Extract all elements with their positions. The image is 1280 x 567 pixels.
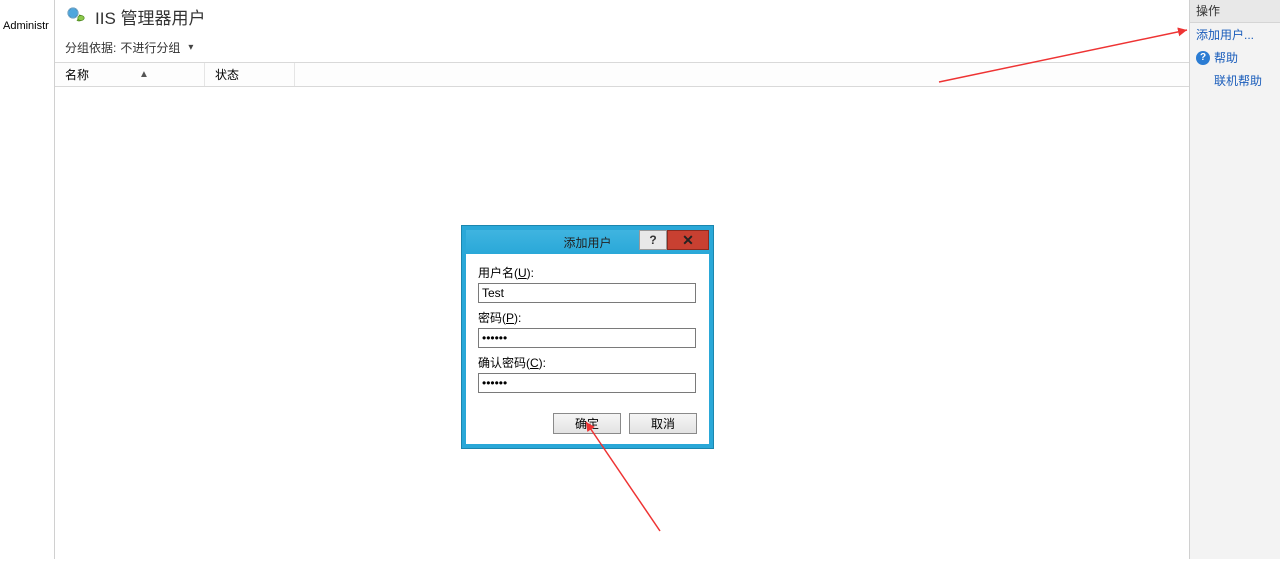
column-header-status[interactable]: 状态 <box>205 63 295 86</box>
dialog-titlebar[interactable]: 添加用户 ? ✕ <box>466 230 709 254</box>
help-icon: ? <box>1196 51 1210 65</box>
group-by-label: 分组依据: <box>65 39 116 56</box>
online-help-action-label: 联机帮助 <box>1214 72 1262 89</box>
list-header: 名称 ▲ 状态 <box>55 62 1189 87</box>
confirm-password-input[interactable] <box>478 373 696 393</box>
online-help-action[interactable]: 联机帮助 <box>1190 69 1280 92</box>
dialog-footer: 确定 取消 <box>466 405 709 444</box>
dialog-titlebar-buttons: ? ✕ <box>639 230 709 250</box>
page-title: IIS 管理器用户 <box>95 4 206 29</box>
add-user-dialog: 添加用户 ? ✕ 用户名(U): 密码(P): 确认密码(C): 确定 取消 <box>462 226 713 448</box>
help-action[interactable]: ? 帮助 <box>1190 46 1280 69</box>
actions-panel-title: 操作 <box>1190 0 1280 23</box>
ok-button[interactable]: 确定 <box>553 413 621 434</box>
dialog-close-button[interactable]: ✕ <box>667 230 709 250</box>
tree-node-root[interactable]: Administr <box>0 18 54 34</box>
confirm-password-label: 确认密码(C): <box>478 354 697 371</box>
chevron-down-icon[interactable]: ▾ <box>184 42 197 53</box>
dialog-body: 用户名(U): 密码(P): 确认密码(C): <box>466 254 709 405</box>
iis-users-icon <box>65 5 89 29</box>
sort-asc-icon: ▲ <box>139 69 149 80</box>
dialog-help-button[interactable]: ? <box>639 230 667 250</box>
actions-panel: 操作 添加用户... ? 帮助 联机帮助 <box>1190 0 1280 559</box>
username-input[interactable] <box>478 283 696 303</box>
password-label: 密码(P): <box>478 309 697 326</box>
column-header-name[interactable]: 名称 ▲ <box>55 63 205 86</box>
column-header-name-label: 名称 <box>65 66 89 83</box>
username-label: 用户名(U): <box>478 264 697 281</box>
help-action-label: 帮助 <box>1214 49 1238 66</box>
column-header-status-label: 状态 <box>215 66 239 83</box>
tree-panel[interactable]: Administr <box>0 0 55 559</box>
add-user-action[interactable]: 添加用户... <box>1190 23 1280 46</box>
group-by-value[interactable]: 不进行分组 <box>120 39 180 56</box>
password-input[interactable] <box>478 328 696 348</box>
add-user-action-label: 添加用户... <box>1196 26 1254 43</box>
cancel-button[interactable]: 取消 <box>629 413 697 434</box>
filter-row: 分组依据: 不进行分组 ▾ <box>55 35 1189 62</box>
page-header: IIS 管理器用户 <box>55 0 1189 35</box>
